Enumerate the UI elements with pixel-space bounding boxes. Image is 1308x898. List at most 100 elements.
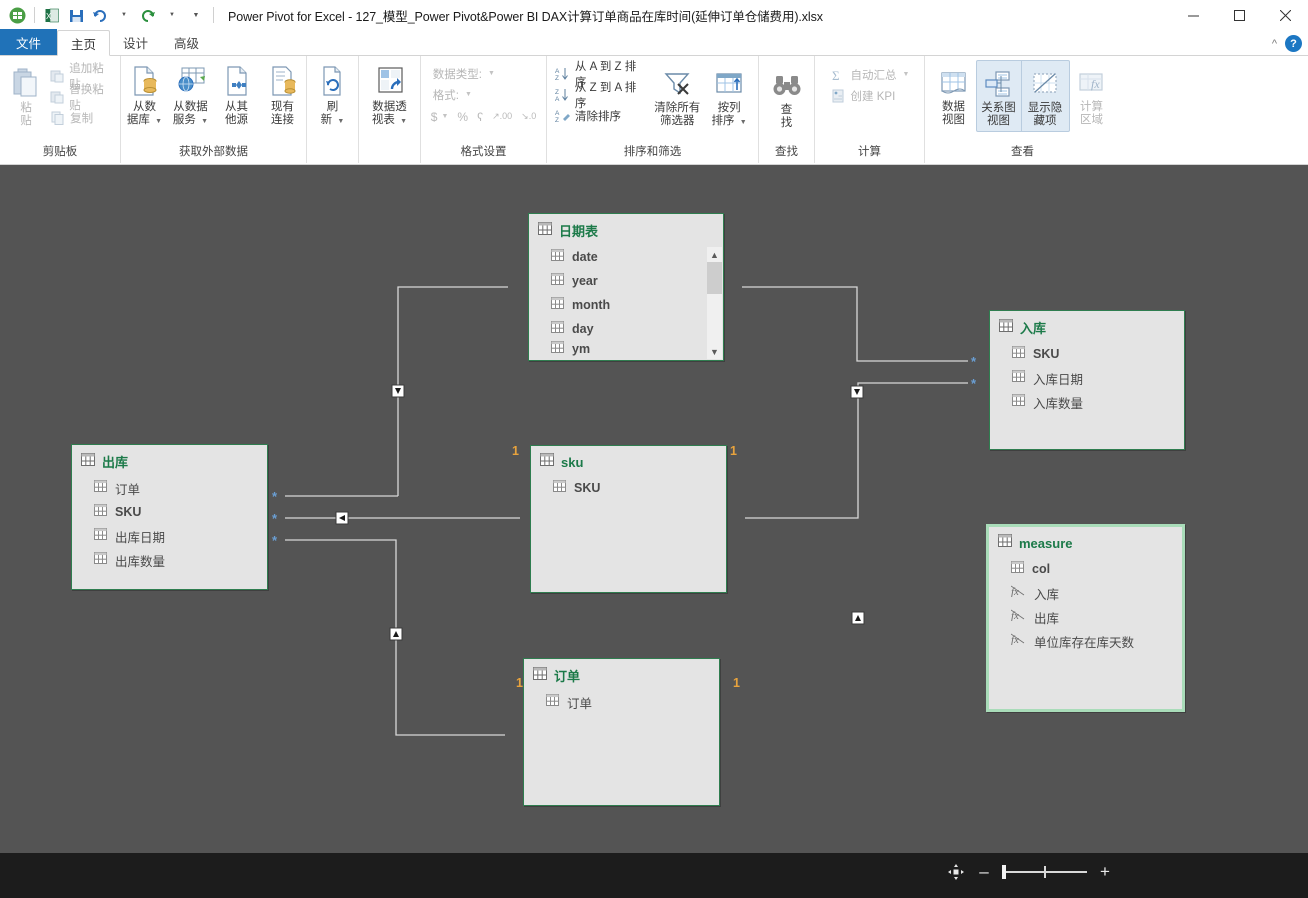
table-card-measure[interactable]: measure col fx 入库 fx 出库 fx 单位库存在库天数 <box>986 524 1185 712</box>
maximize-button[interactable] <box>1216 0 1262 30</box>
table-card-outbound[interactable]: 出库 订单 SKU 出库日期 出库数量 <box>71 444 268 590</box>
clear-sort-item[interactable]: AZ 清除排序 <box>552 105 649 126</box>
table-header-orders[interactable]: 订单 <box>524 659 719 689</box>
field-row[interactable]: year <box>538 269 714 293</box>
field-row[interactable]: 出库日期 <box>81 524 258 548</box>
field-row[interactable]: SKU <box>999 342 1175 366</box>
table-header-measure[interactable]: measure <box>989 527 1182 556</box>
pivot-table-button[interactable]: 数据透 视表 ▼ <box>362 60 418 131</box>
field-row[interactable]: fx 出库 <box>998 605 1173 629</box>
percent-format-button[interactable]: % <box>457 110 468 124</box>
fit-to-screen-icon[interactable] <box>946 862 966 882</box>
excel-icon[interactable]: X <box>41 4 63 26</box>
autosum-caret-icon[interactable]: ▼ <box>903 71 910 78</box>
field-label: month <box>572 298 611 312</box>
table-card-date[interactable]: 日期表 date year month day ym ▲ ▼ <box>528 213 724 361</box>
paste-button[interactable]: 粘 贴 <box>5 61 47 131</box>
redo-icon[interactable] <box>137 4 159 26</box>
diagram-view-label-2: 视图 <box>987 115 1010 127</box>
zoom-in-button[interactable]: + <box>1098 863 1112 880</box>
table-header-inbound[interactable]: 入库 <box>990 311 1184 341</box>
table-card-sku[interactable]: sku SKU <box>530 445 727 593</box>
field-row[interactable]: fx 入库 <box>998 581 1173 605</box>
diagram-canvas[interactable]: 1 1 1 1 1 * * * * * 日期表 date <box>0 165 1308 853</box>
tab-advanced[interactable]: 高级 <box>161 29 212 55</box>
sort-by-column-label-1: 按列 <box>717 102 741 114</box>
decrease-decimal-button[interactable]: ↘.0 <box>521 111 536 122</box>
table-scrollbar[interactable]: ▲ ▼ <box>707 247 722 359</box>
data-view-label-2: 视图 <box>942 114 965 126</box>
existing-connections-button[interactable]: 现有 连接 <box>260 60 306 130</box>
zoom-out-button[interactable]: – <box>977 863 991 880</box>
redo-dropdown-icon[interactable]: ▼ <box>161 4 183 26</box>
clear-filter-icon <box>661 64 693 100</box>
from-data-service-button[interactable]: 从数据 服务 ▼ <box>168 60 214 131</box>
help-icon[interactable]: ? <box>1285 35 1302 52</box>
pivot-table-icon <box>375 63 405 99</box>
autosum-item[interactable]: Σ 自动汇总 ▼ <box>828 64 912 85</box>
field-row[interactable]: day <box>538 317 714 341</box>
field-row[interactable]: SKU <box>81 500 258 524</box>
show-hidden-button[interactable]: 显示隐 藏项 <box>1020 61 1069 131</box>
table-card-inbound[interactable]: 入库 SKU 入库日期 入库数量 <box>989 310 1185 450</box>
copy-item[interactable]: 复制 <box>47 107 115 128</box>
field-row[interactable]: ym <box>538 341 714 357</box>
from-database-button[interactable]: 从数 据库 ▼ <box>122 60 168 131</box>
relationship-date-inbound <box>742 286 968 362</box>
data-view-button[interactable]: 数据 视图 <box>932 60 976 130</box>
scroll-down-icon[interactable]: ▼ <box>707 344 722 359</box>
table-header-sku[interactable]: sku <box>531 446 726 475</box>
save-icon[interactable] <box>65 4 87 26</box>
format-caret-icon[interactable]: ▼ <box>465 91 472 98</box>
field-row[interactable]: 订单 <box>533 690 710 714</box>
table-header-date[interactable]: 日期表 <box>529 214 723 244</box>
tab-home[interactable]: 主页 <box>57 30 111 56</box>
from-other-sources-label-1: 从其 <box>225 101 248 113</box>
sort-z-to-a-item[interactable]: ZA 从 Z 到 A 排序 <box>552 82 649 110</box>
field-row[interactable]: SKU <box>540 476 717 500</box>
field-row[interactable]: col <box>998 557 1173 581</box>
calculation-area-button[interactable]: fx 计算 区域 <box>1070 60 1114 130</box>
data-type-dropdown[interactable]: 数据类型: ▼ <box>431 63 497 84</box>
create-kpi-item[interactable]: 创建 KPI <box>828 85 898 106</box>
sort-by-column-button[interactable]: 按列 排序 ▼ <box>705 61 753 132</box>
table-header-outbound[interactable]: 出库 <box>72 445 267 475</box>
minimize-button[interactable] <box>1170 0 1216 30</box>
tab-design[interactable]: 设计 <box>110 29 161 55</box>
refresh-button[interactable]: 刷 新 ▼ <box>310 60 356 131</box>
field-row[interactable]: 出库数量 <box>81 548 258 572</box>
close-button[interactable] <box>1262 0 1308 30</box>
scrollbar-thumb[interactable] <box>707 262 722 294</box>
field-row[interactable]: 订单 <box>81 476 258 500</box>
replace-paste-item[interactable]: 替换粘贴 <box>47 84 115 112</box>
undo-dropdown-icon[interactable]: ▼ <box>113 4 135 26</box>
field-label: 出库数量 <box>115 554 166 569</box>
find-button[interactable]: 查 找 <box>764 63 810 133</box>
tab-file[interactable]: 文件 <box>0 29 58 55</box>
ribbon-tab-bar: 文件 主页 设计 高级 ^ ? <box>0 29 1308 56</box>
field-row[interactable]: month <box>538 293 714 317</box>
scroll-up-icon[interactable]: ▲ <box>707 247 722 262</box>
currency-format-button[interactable]: $ ▼ <box>431 110 449 124</box>
field-row[interactable]: 入库日期 <box>999 366 1175 390</box>
diagram-view-button[interactable]: 关系图 视图 <box>977 61 1021 131</box>
format-dropdown[interactable]: 格式: ▼ <box>431 84 474 105</box>
thousands-format-button[interactable]: ʕ <box>477 110 483 124</box>
field-row[interactable]: date <box>538 245 714 269</box>
many-marker-outbound-1: * <box>272 489 278 504</box>
data-type-caret-icon[interactable]: ▼ <box>488 70 495 77</box>
table-card-orders[interactable]: 订单 订单 <box>523 658 720 806</box>
clear-all-filters-button[interactable]: 清除所有 筛选器 <box>649 61 705 131</box>
field-row[interactable]: fx 单位库存在库天数 <box>998 629 1173 653</box>
zoom-slider-handle[interactable] <box>1002 865 1006 879</box>
field-row[interactable]: 入库数量 <box>999 390 1175 414</box>
field-label: 订单 <box>567 696 593 711</box>
collapse-ribbon-icon[interactable]: ^ <box>1272 38 1277 50</box>
customize-qat-icon[interactable]: ▼ <box>185 4 207 26</box>
paste-label-2: 贴 <box>20 115 32 127</box>
undo-icon[interactable] <box>89 4 111 26</box>
increase-decimal-button[interactable]: ↗.00 <box>492 111 512 122</box>
from-other-sources-button[interactable]: 从其 他源 <box>214 60 260 130</box>
replace-paste-icon <box>49 88 65 105</box>
zoom-slider[interactable] <box>1002 865 1087 879</box>
